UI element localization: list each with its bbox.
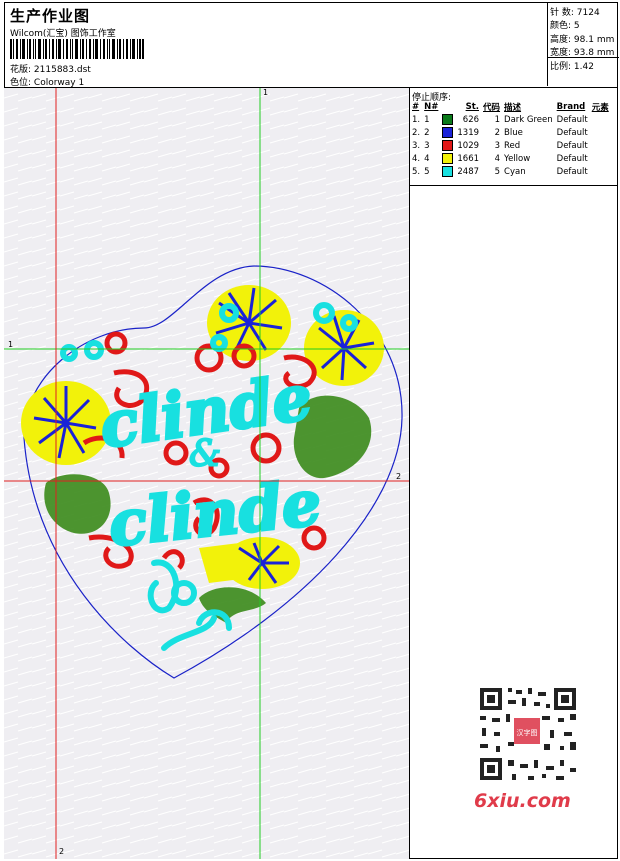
embroidery-design: clinde & clinde bbox=[4, 88, 409, 859]
col-brand: Brand bbox=[556, 101, 586, 112]
file-name: 花版: 2115883.dst bbox=[10, 62, 91, 75]
qr-code: 汉字图 bbox=[472, 682, 584, 787]
watermark-stamp-text: 汉字图 bbox=[517, 728, 538, 737]
colors-value: 5 bbox=[573, 21, 580, 31]
row-brand: Default bbox=[556, 114, 588, 125]
row-element bbox=[590, 113, 611, 126]
color-row: 2. 2 1319 2 Blue Default bbox=[410, 126, 611, 139]
color-swatch bbox=[442, 153, 454, 164]
col-n: N# bbox=[424, 101, 439, 112]
row-element bbox=[590, 139, 611, 152]
color-swatch bbox=[442, 127, 454, 138]
spec-divider bbox=[548, 57, 619, 58]
guide-label-v2: 2 bbox=[59, 847, 65, 856]
row-n: 2 bbox=[424, 127, 430, 138]
watermark-site: 6xiu.com bbox=[474, 790, 571, 812]
page-title: 生产作业图 bbox=[10, 7, 91, 25]
row-brand: Default bbox=[556, 166, 588, 177]
color-swatch bbox=[442, 166, 454, 177]
col-swatch bbox=[440, 100, 455, 113]
spec-height: 高度: 98.1 mm bbox=[550, 32, 614, 45]
design-canvas: clinde & clinde 1 1 2 2 bbox=[4, 88, 410, 859]
guide-label-h2: 2 bbox=[396, 472, 402, 481]
row-desc: Red bbox=[504, 140, 521, 151]
row-n: 5 bbox=[424, 166, 430, 177]
header-panel: 生产作业图 Wilcom(汇宝) 图饰工作室 花版: 2115883.dst 色… bbox=[4, 2, 618, 88]
height-label: 高度: bbox=[550, 35, 572, 45]
row-num: 3. bbox=[412, 140, 421, 151]
guide-label-v1: 1 bbox=[263, 88, 269, 97]
row-swatch bbox=[440, 113, 455, 126]
row-stitches: 1029 bbox=[457, 140, 480, 151]
row-desc: Dark Green bbox=[504, 114, 553, 125]
row-stitches: 2487 bbox=[457, 166, 480, 177]
row-n: 3 bbox=[424, 140, 430, 151]
row-num: 1. bbox=[412, 114, 421, 125]
barcode bbox=[10, 39, 144, 59]
color-row: 1. 1 626 1 Dark Green Default bbox=[410, 113, 611, 126]
table-divider bbox=[410, 185, 618, 186]
row-stitches: 1319 bbox=[457, 127, 480, 138]
col-element: 元素 bbox=[591, 102, 609, 113]
row-element bbox=[590, 165, 611, 178]
color-swatch bbox=[442, 114, 454, 125]
spec-colors: 颜色: 5 bbox=[550, 18, 580, 31]
stitches-label: 针 数: bbox=[550, 8, 574, 18]
spec-ratio: 比例: 1.42 bbox=[550, 59, 594, 72]
row-code: 1 bbox=[494, 114, 501, 125]
color-row: 3. 3 1029 3 Red Default bbox=[410, 139, 611, 152]
row-swatch bbox=[440, 126, 455, 139]
colorway-value: Colorway 1 bbox=[33, 78, 85, 88]
row-n: 1 bbox=[424, 114, 430, 125]
col-desc: 描述 bbox=[504, 102, 522, 113]
row-brand: Default bbox=[556, 140, 588, 151]
file-value: 2115883.dst bbox=[33, 65, 91, 75]
col-num: # bbox=[412, 101, 420, 112]
row-stitches: 626 bbox=[462, 114, 480, 125]
row-element bbox=[590, 126, 611, 139]
color-table: # N# St. 代码 描述 Brand 元素 1. 1 626 1 Dark Gree… bbox=[410, 100, 611, 178]
file-label: 花版: bbox=[10, 65, 32, 75]
row-code: 2 bbox=[494, 127, 501, 138]
row-element bbox=[590, 152, 611, 165]
row-code: 3 bbox=[494, 140, 501, 151]
row-swatch bbox=[440, 139, 455, 152]
stitches-value: 7124 bbox=[576, 8, 600, 18]
row-desc: Yellow bbox=[504, 153, 531, 164]
row-desc: Blue bbox=[504, 127, 523, 138]
color-row: 5. 5 2487 5 Cyan Default bbox=[410, 165, 611, 178]
row-brand: Default bbox=[556, 153, 588, 164]
ratio-label: 比例: bbox=[550, 62, 572, 72]
row-code: 4 bbox=[494, 153, 501, 164]
row-brand: Default bbox=[556, 127, 588, 138]
color-swatch bbox=[442, 140, 454, 151]
guide-label-h1: 1 bbox=[8, 340, 14, 349]
color-row: 4. 4 1661 4 Yellow Default bbox=[410, 152, 611, 165]
colors-label: 颜色: bbox=[550, 21, 572, 31]
row-desc: Cyan bbox=[504, 166, 526, 177]
row-swatch bbox=[440, 165, 455, 178]
row-n: 4 bbox=[424, 153, 430, 164]
company-name: Wilcom(汇宝) 图饰工作室 bbox=[10, 29, 116, 39]
col-st: St. bbox=[465, 101, 480, 112]
row-num: 4. bbox=[412, 153, 421, 164]
spec-box: 针 数: 7124 颜色: 5 高度: 98.1 mm 宽度: 93.8 mm … bbox=[547, 2, 619, 86]
row-code: 5 bbox=[494, 166, 501, 177]
row-num: 5. bbox=[412, 166, 421, 177]
height-value: 98.1 mm bbox=[573, 35, 615, 45]
ratio-value: 1.42 bbox=[573, 62, 594, 72]
col-code: 代码 bbox=[483, 102, 501, 113]
spec-stitches: 针 数: 7124 bbox=[550, 5, 600, 18]
colorway: 色位: Colorway 1 bbox=[10, 75, 84, 88]
row-stitches: 1661 bbox=[457, 153, 480, 164]
row-swatch bbox=[440, 152, 455, 165]
lettering-ampersand: & bbox=[189, 434, 221, 475]
row-num: 2. bbox=[412, 127, 421, 138]
colorway-label: 色位: bbox=[10, 78, 32, 88]
color-table-header: # N# St. 代码 描述 Brand 元素 bbox=[410, 100, 611, 113]
